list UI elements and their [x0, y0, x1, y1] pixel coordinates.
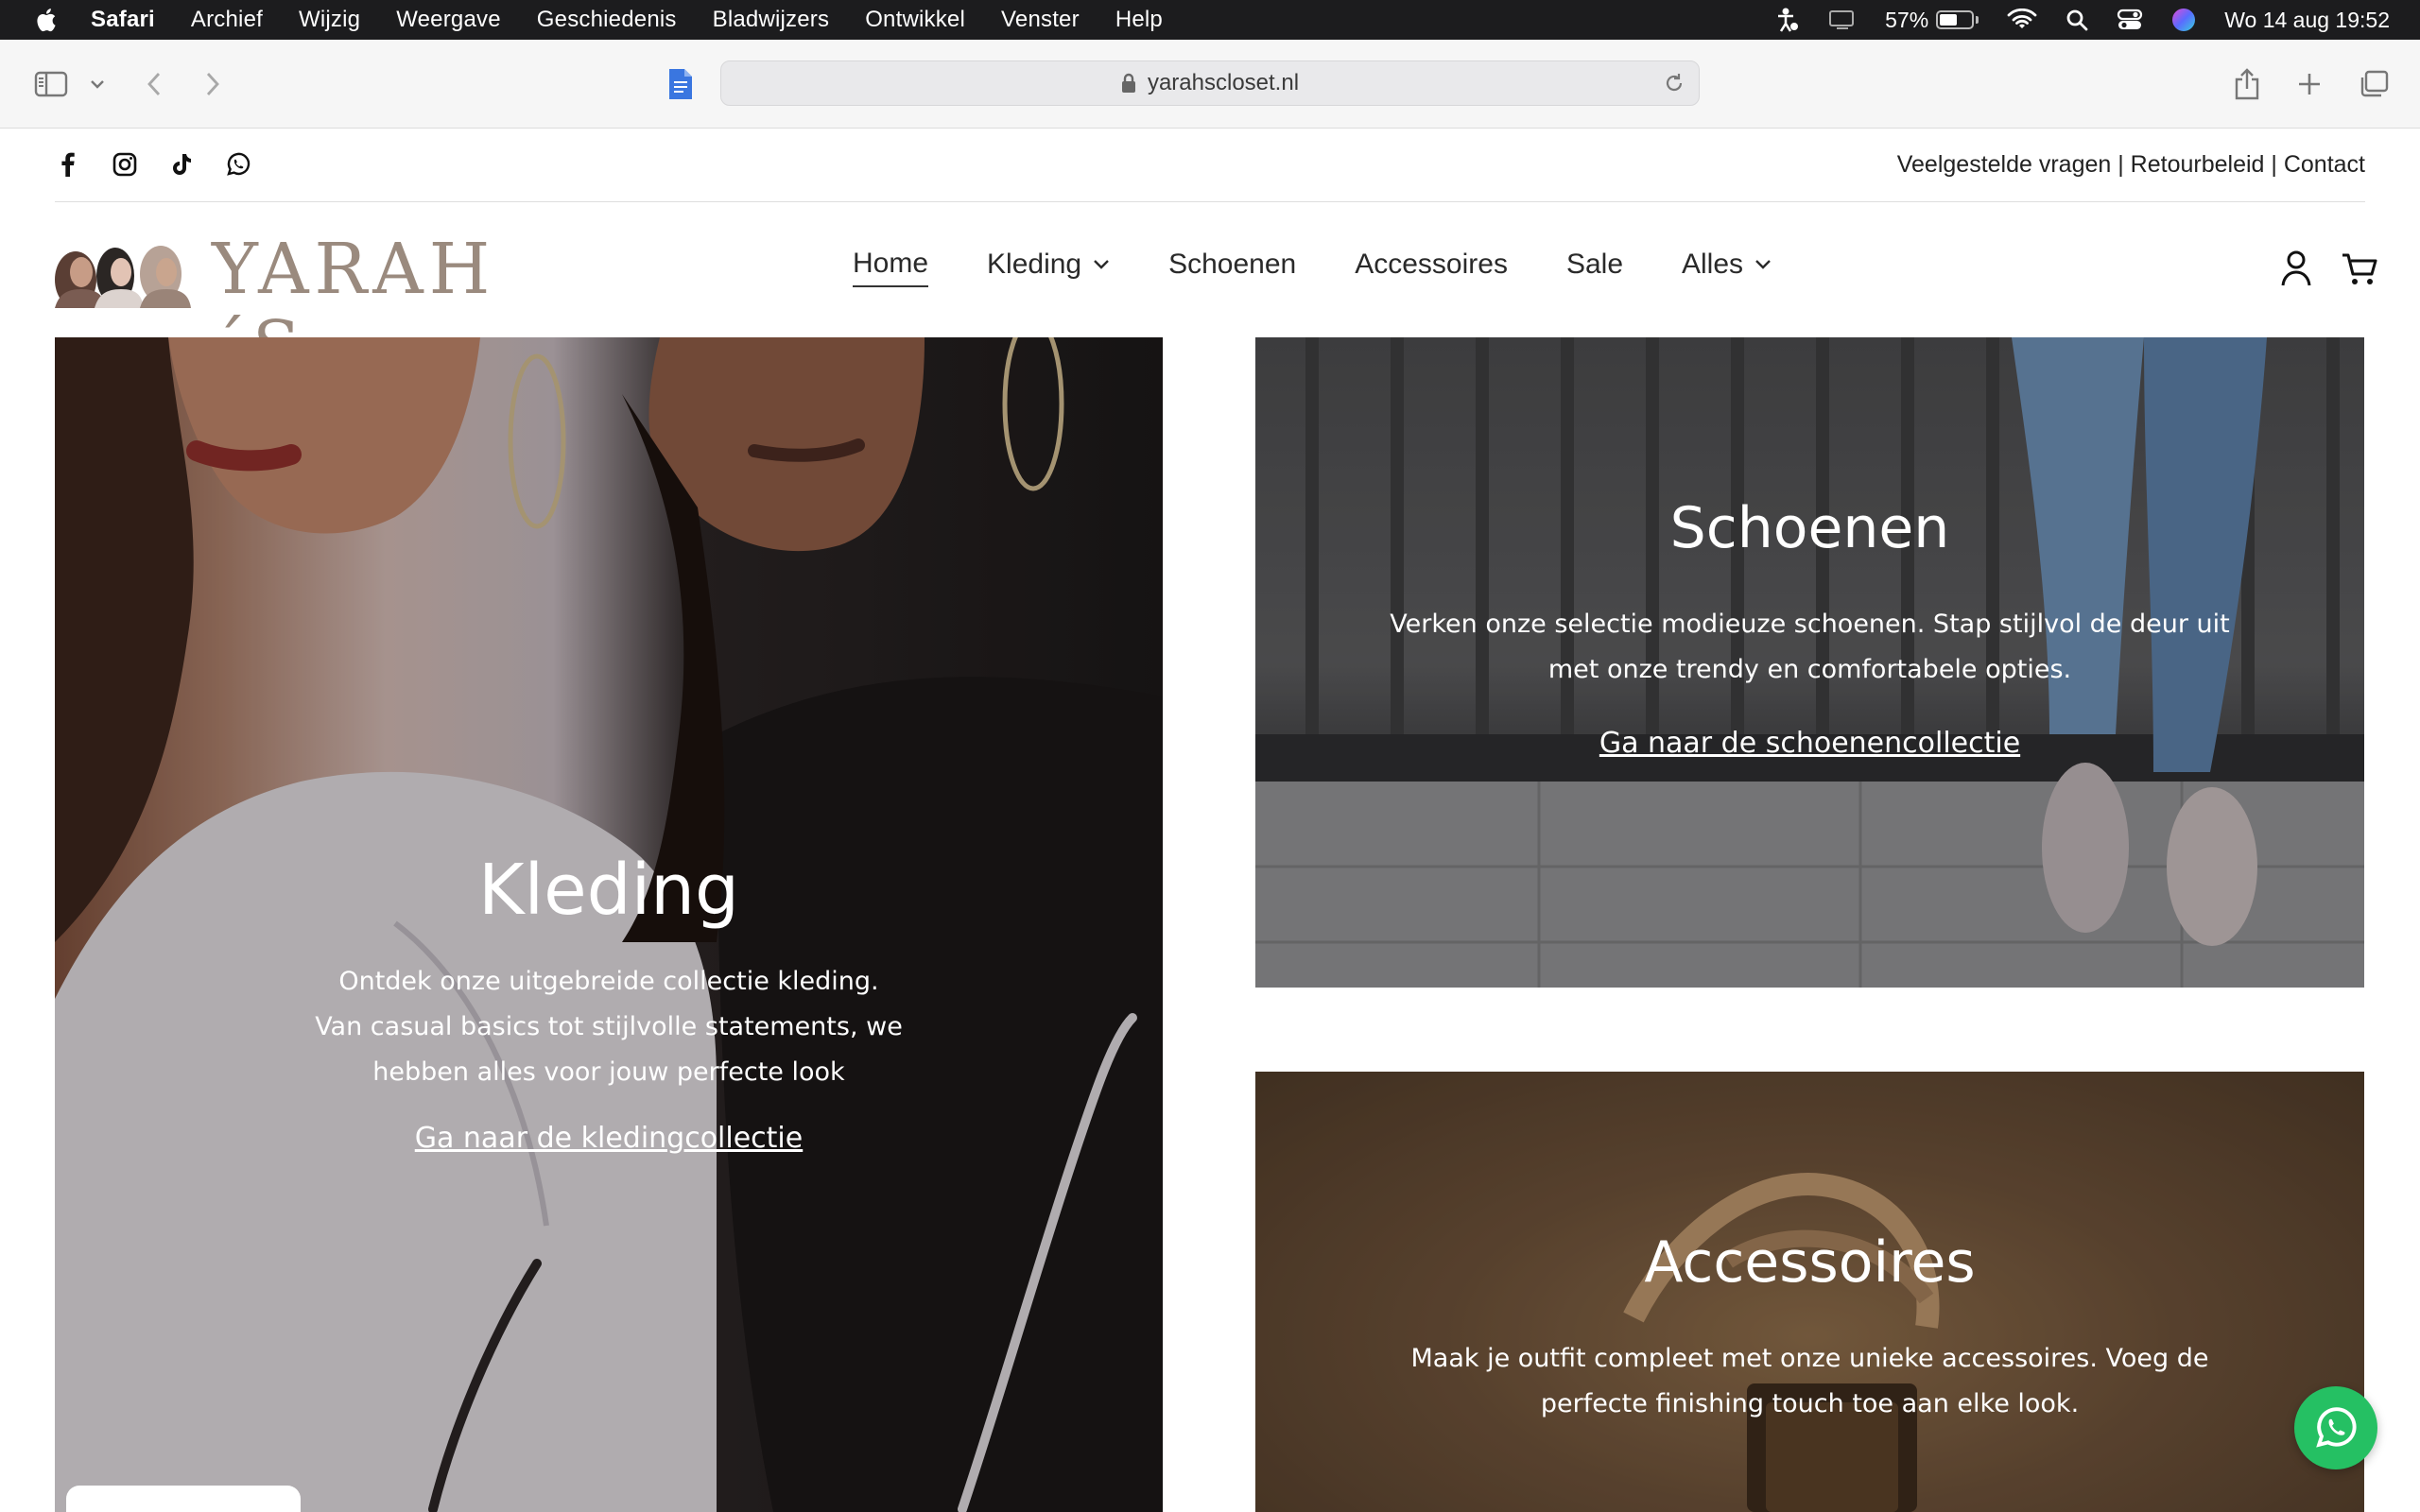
- bottom-left-widget[interactable]: [66, 1486, 301, 1512]
- facebook-icon[interactable]: [55, 151, 81, 178]
- schoenen-title: Schoenen: [1669, 495, 1950, 561]
- accessoires-tile[interactable]: Accessoires Maak je outfit compleet met …: [1255, 1072, 2364, 1512]
- page-favicon: [666, 40, 696, 129]
- share-icon: [2235, 68, 2259, 100]
- menu-wijzig[interactable]: Wijzig: [299, 7, 360, 33]
- forward-button[interactable]: [200, 40, 225, 129]
- new-tab-button[interactable]: [2295, 40, 2324, 129]
- menu-weergave[interactable]: Weergave: [396, 7, 501, 33]
- accessoires-text-line-2: perfecte finishing touch toe aan elke lo…: [1540, 1389, 2080, 1418]
- menu-venster[interactable]: Venster: [1001, 7, 1080, 33]
- whatsapp-icon[interactable]: [225, 151, 251, 178]
- apple-menu-icon[interactable]: [34, 7, 57, 33]
- tab-overview-button[interactable]: [2358, 40, 2390, 129]
- site-top-bar: Veelgestelde vragen | Retourbeleid | Con…: [55, 129, 2365, 202]
- accessoires-title: Accessoires: [1644, 1229, 1976, 1296]
- sidebar-toggle-button[interactable]: [32, 40, 70, 129]
- tiktok-icon[interactable]: [168, 151, 195, 178]
- menu-bladwijzers[interactable]: Bladwijzers: [713, 7, 830, 33]
- chevron-down-icon: [91, 80, 104, 89]
- safari-toolbar: yarahscloset.nl: [0, 40, 2420, 129]
- accessibility-icon[interactable]: [1775, 7, 1800, 33]
- main-navigation: Home Kleding Schoenen Accessoires Sale A…: [853, 248, 1830, 287]
- siri-icon[interactable]: [2171, 8, 2196, 32]
- nav-kleding-label: Kleding: [987, 249, 1082, 280]
- battery-indicator[interactable]: 57%: [1885, 8, 1979, 33]
- nav-accessoires-label: Accessoires: [1355, 249, 1508, 280]
- kleding-text-line-3: hebben alles voor jouw perfecte look: [372, 1057, 845, 1087]
- reload-icon[interactable]: [1663, 72, 1685, 94]
- kleding-tile[interactable]: Kleding Ontdek onze uitgebreide collecti…: [55, 337, 1163, 1512]
- header-icons: [2280, 249, 2378, 287]
- battery-nub: [1976, 16, 1979, 24]
- url-text: yarahscloset.nl: [1147, 70, 1300, 95]
- lock-icon: [1121, 73, 1135, 93]
- kleding-text-line-1: Ontdek onze uitgebreide collectie kledin…: [338, 967, 879, 996]
- document-icon: [669, 69, 692, 99]
- sidebar-icon: [34, 71, 68, 97]
- social-links: [55, 151, 251, 178]
- back-button[interactable]: [142, 40, 166, 129]
- battery-percentage: 57%: [1885, 7, 1929, 32]
- nav-alles-label: Alles: [1682, 249, 1744, 280]
- menu-safari[interactable]: Safari: [91, 7, 155, 33]
- nav-sale-label: Sale: [1565, 249, 1623, 280]
- nav-sale[interactable]: Sale: [1566, 248, 1623, 287]
- spotlight-search-icon[interactable]: [2066, 9, 2088, 31]
- schoenen-tile[interactable]: Schoenen Verken onze selectie modieuze s…: [1255, 337, 2364, 988]
- top-links[interactable]: Veelgestelde vragen | Retourbeleid | Con…: [1897, 151, 2365, 179]
- instagram-icon[interactable]: [112, 151, 138, 178]
- nav-alles[interactable]: Alles: [1682, 248, 1772, 287]
- whatsapp-icon: [2316, 1407, 2357, 1448]
- accessoires-content: Accessoires Maak je outfit compleet met …: [1255, 1223, 2364, 1427]
- menubar-status-area: 57% Wo 14 aug 19:52: [1775, 0, 2390, 40]
- cart-icon[interactable]: [2341, 249, 2378, 287]
- tab-overview-icon: [2360, 70, 2389, 97]
- accessoires-text-line-1: Maak je outfit compleet met onze unieke …: [1410, 1344, 2209, 1373]
- menubar-clock[interactable]: Wo 14 aug 19:52: [2224, 8, 2390, 33]
- schoenen-text-line-2: met onze trendy en comfortabele opties.: [1547, 655, 2072, 684]
- tab-group-menu-button[interactable]: [87, 40, 108, 129]
- nav-home[interactable]: Home: [853, 248, 929, 287]
- battery-icon: [1936, 10, 1975, 29]
- battery-fill: [1940, 14, 1958, 26]
- wifi-icon[interactable]: [2007, 9, 2037, 31]
- schoenen-collection-link[interactable]: Ga naar de schoenencollectie: [1599, 727, 2020, 760]
- chevron-left-icon: [147, 73, 161, 95]
- chevron-down-icon: [1755, 260, 1771, 269]
- nav-kleding[interactable]: Kleding: [987, 248, 1110, 287]
- kleding-collection-link[interactable]: Ga naar de kledingcollectie: [415, 1122, 803, 1155]
- kleding-title: Kleding: [477, 850, 740, 931]
- chevron-right-icon: [206, 73, 219, 95]
- share-button[interactable]: [2233, 40, 2261, 129]
- chevron-down-icon: [1094, 260, 1109, 269]
- nav-home-label: Home: [853, 248, 929, 279]
- menu-geschiedenis[interactable]: Geschiedenis: [537, 7, 677, 33]
- nav-accessoires[interactable]: Accessoires: [1355, 248, 1508, 287]
- schoenen-text-line-1: Verken onze selectie modieuze schoenen. …: [1390, 610, 2230, 639]
- kleding-text-line-2: Van casual basics tot stijlvolle stateme…: [315, 1012, 903, 1041]
- nav-schoenen-label: Schoenen: [1168, 249, 1297, 280]
- menu-archief[interactable]: Archief: [191, 7, 263, 33]
- macos-menu-bar: Safari Archief Wijzig Weergave Geschiede…: [0, 0, 2420, 40]
- kleding-content: Kleding Ontdek onze uitgebreide collecti…: [55, 848, 1163, 1155]
- menu-ontwikkel[interactable]: Ontwikkel: [865, 7, 965, 33]
- plus-icon: [2299, 74, 2320, 94]
- nav-schoenen[interactable]: Schoenen: [1168, 248, 1296, 287]
- account-icon[interactable]: [2280, 249, 2312, 287]
- menu-help[interactable]: Help: [1115, 7, 1163, 33]
- whatsapp-chat-button[interactable]: [2294, 1386, 2377, 1469]
- site-logo[interactable]: YARAH´S: [53, 231, 516, 386]
- screen-mirroring-icon[interactable]: [1828, 9, 1857, 31]
- schoenen-content: Schoenen Verken onze selectie modieuze s…: [1255, 489, 2364, 760]
- control-center-icon[interactable]: [2117, 9, 2143, 31]
- address-bar[interactable]: yarahscloset.nl: [720, 60, 1700, 106]
